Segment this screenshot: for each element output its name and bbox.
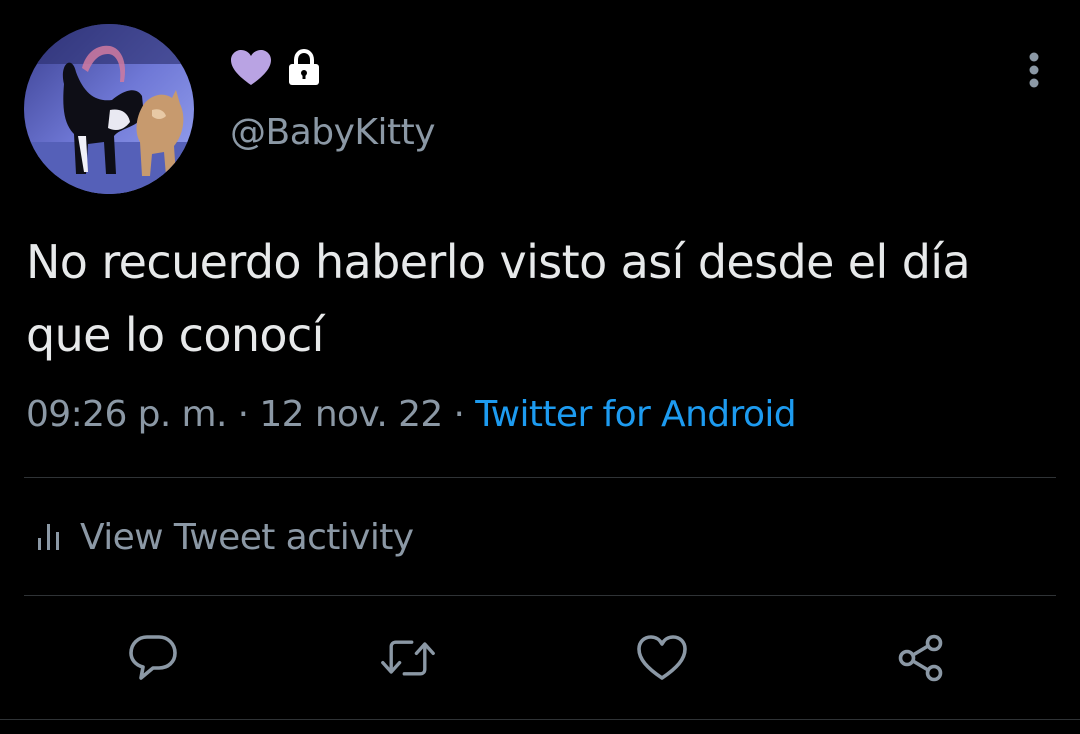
more-vertical-icon [1029,52,1039,88]
reply-button[interactable] [125,630,181,686]
view-tweet-activity-button[interactable]: View Tweet activity [36,512,414,562]
bar-chart-icon [38,524,59,550]
tweet-time[interactable]: 09:26 p. m. [26,394,227,435]
divider [24,595,1056,596]
avatar[interactable] [24,24,194,194]
tweet-date[interactable]: 12 nov. 22 [259,394,443,435]
more-options-button[interactable] [1014,50,1054,90]
display-name [230,48,322,91]
lock-icon [286,48,322,91]
avatar-image [24,24,194,194]
share-icon [898,634,943,682]
tweet-meta: 09:26 p. m. · 12 nov. 22 · Twitter for A… [26,394,797,435]
retweet-button[interactable] [380,630,436,686]
like-button[interactable] [634,630,690,686]
reply-icon [129,635,177,680]
divider [0,719,1080,720]
tweet-text: No recuerdo haberlo visto así desde el d… [26,235,971,362]
username-handle[interactable]: @BabyKitty [230,112,436,153]
meta-separator: · [442,394,476,435]
retweet-icon [381,640,435,676]
share-button[interactable] [893,630,949,686]
purple-heart-icon [230,49,272,91]
tweet-source-link[interactable]: Twitter for Android [475,394,796,435]
divider [24,477,1056,478]
view-tweet-activity-label: View Tweet activity [80,516,414,558]
meta-separator: · [226,394,260,435]
like-icon [637,635,687,680]
